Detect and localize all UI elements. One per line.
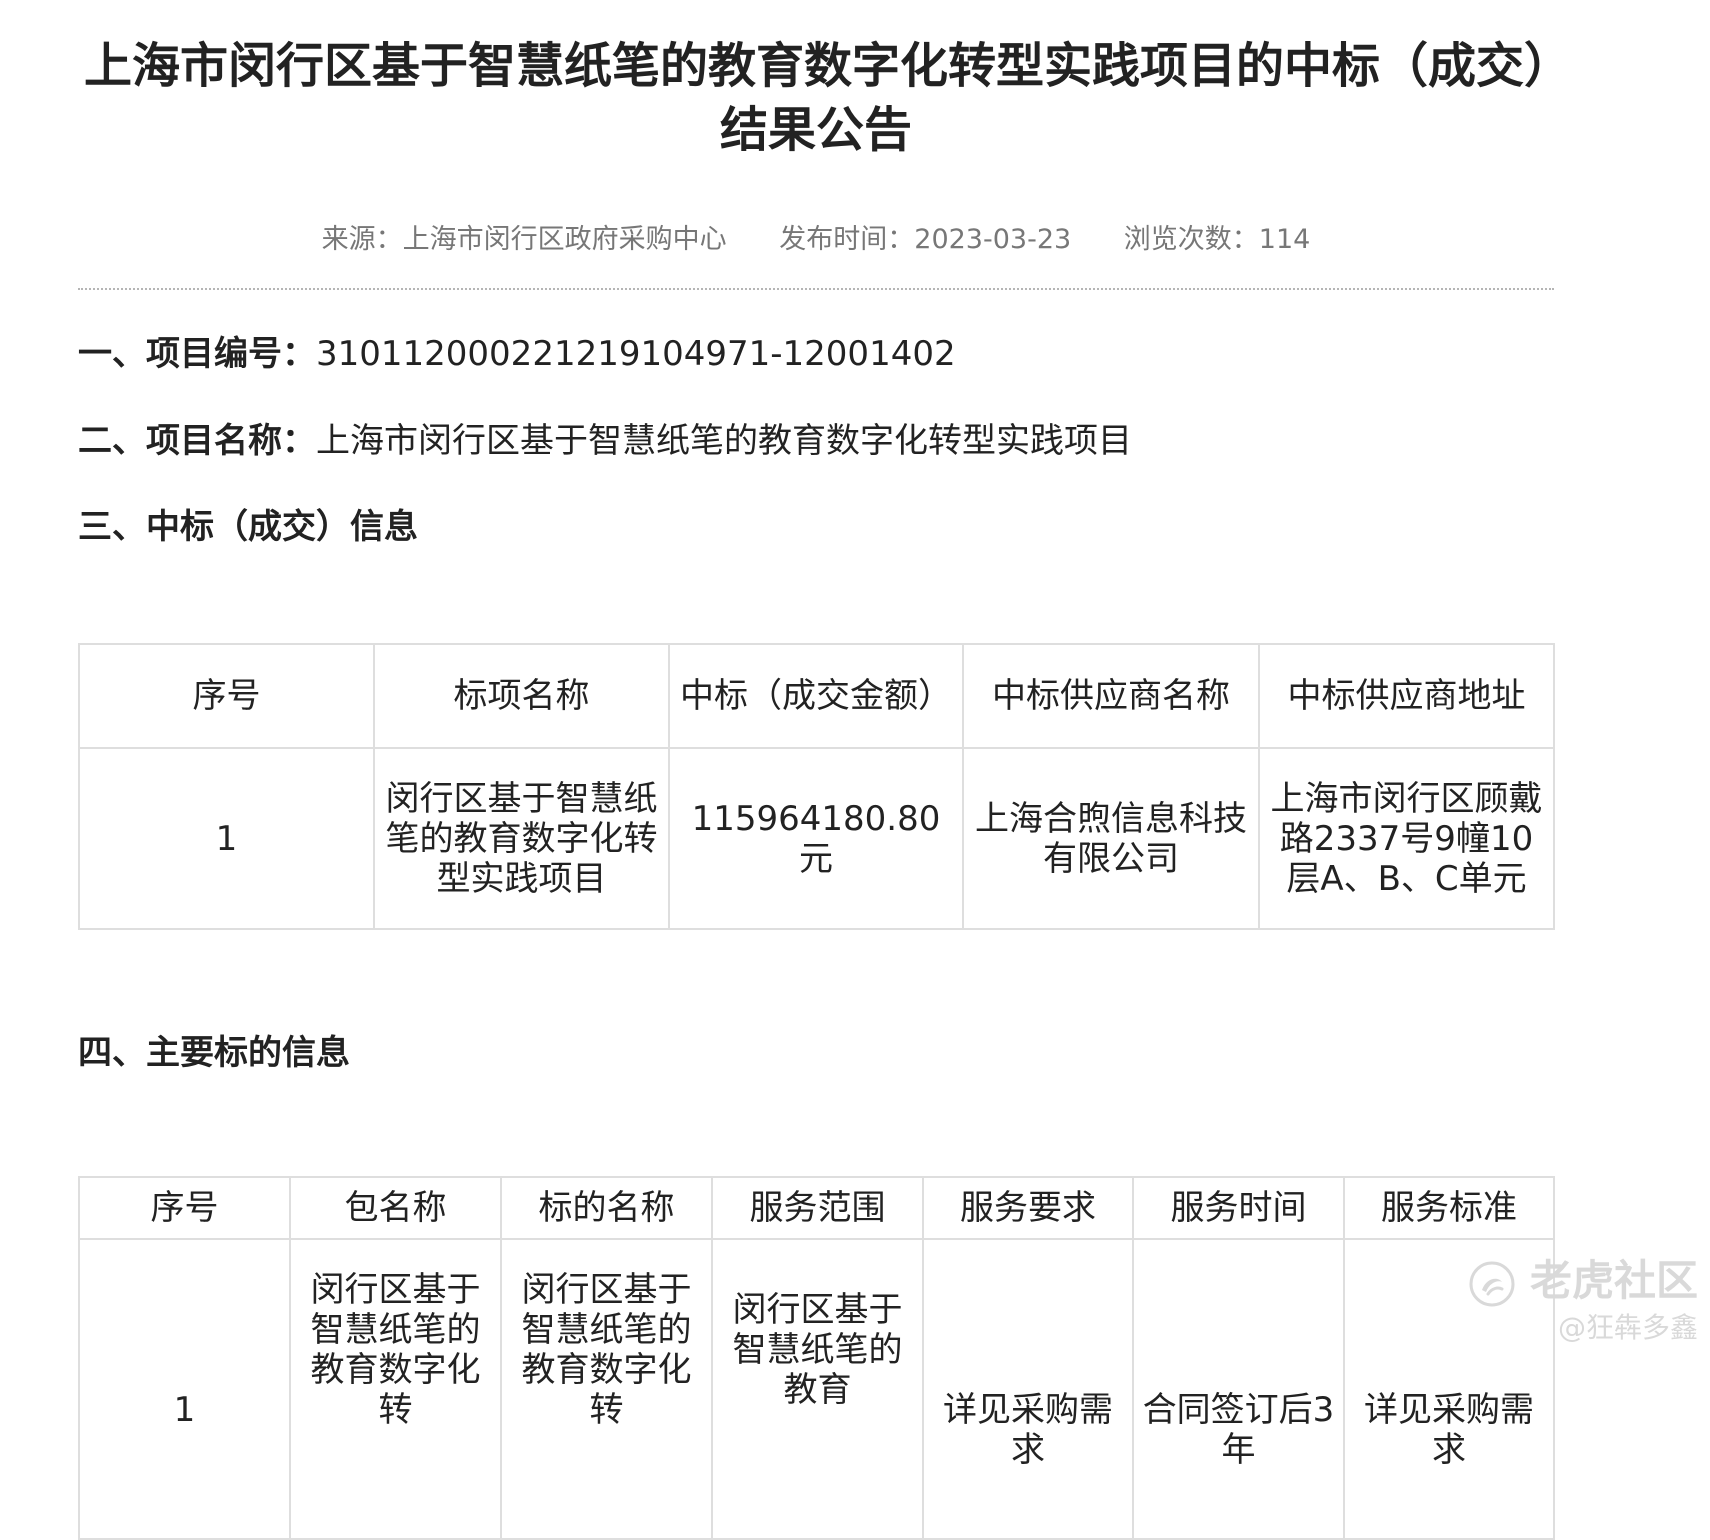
award-header-amount: 中标（成交金额） bbox=[668, 643, 964, 749]
items-cell-service-time: 合同签订后3年 bbox=[1132, 1238, 1345, 1540]
main-items-heading: 四、主要标的信息 bbox=[78, 1029, 350, 1077]
award-cell-lot-name: 闵行区基于智慧纸笔的教育数字化转型实践项目 bbox=[373, 747, 670, 930]
main-items-label: 四、主要标的信息 bbox=[78, 1033, 350, 1073]
items-cell-service-requirement: 详见采购需求 bbox=[922, 1238, 1134, 1540]
meta-views: 浏览次数：114 bbox=[1123, 224, 1311, 255]
meta-source: 来源：上海市闵行区政府采购中心 bbox=[321, 224, 727, 255]
award-cell-amount: 115964180.80元 bbox=[668, 747, 964, 930]
items-header-service-scope: 服务范围 bbox=[711, 1176, 924, 1240]
article-meta: 来源：上海市闵行区政府采购中心 发布时间：2023-03-23 浏览次数：114 bbox=[78, 216, 1554, 264]
items-cell-package-name: 闵行区基于智慧纸笔的教育数字化转 bbox=[289, 1238, 502, 1540]
project-name-label: 二、项目名称： bbox=[78, 421, 316, 461]
award-table-header-row: 序号 标项名称 中标（成交金额） 中标供应商名称 中标供应商地址 bbox=[78, 643, 1555, 749]
award-info-heading: 三、中标（成交）信息 bbox=[78, 503, 418, 551]
table-row: 1 闵行区基于智慧纸笔的教育数字化转 闵行区基于智慧纸笔的教育数字化转 闵行区基… bbox=[78, 1238, 1555, 1540]
award-header-index: 序号 bbox=[78, 643, 375, 749]
items-header-service-requirement: 服务要求 bbox=[922, 1176, 1134, 1240]
items-table: 序号 包名称 标的名称 服务范围 服务要求 服务时间 服务标准 1 闵行区基于智… bbox=[78, 1176, 1555, 1540]
award-cell-index: 1 bbox=[78, 747, 375, 930]
project-number-line: 一、项目编号：310112000221219104971-12001402 bbox=[78, 330, 956, 378]
notice-page: 上海市闵行区基于智慧纸笔的教育数字化转型实践项目的中标（成交）结果公告 来源：上… bbox=[0, 0, 1710, 1540]
watermark-username: @狂犇多鑫 bbox=[1557, 1310, 1698, 1344]
award-cell-supplier-address: 上海市闵行区顾戴路2337号9幢10层A、B、C单元 bbox=[1258, 747, 1555, 930]
project-number-value: 310112000221219104971-12001402 bbox=[316, 334, 956, 374]
award-table: 序号 标项名称 中标（成交金额） 中标供应商名称 中标供应商地址 1 闵行区基于… bbox=[78, 643, 1555, 930]
watermark-brand: 老虎社区 bbox=[1468, 1255, 1698, 1308]
meta-divider bbox=[78, 288, 1554, 290]
project-name-line: 二、项目名称：上海市闵行区基于智慧纸笔的教育数字化转型实践项目 bbox=[78, 417, 1132, 465]
award-info-label: 三、中标（成交）信息 bbox=[78, 507, 418, 547]
items-cell-service-scope: 闵行区基于智慧纸笔的教育 bbox=[711, 1238, 924, 1540]
award-cell-supplier-name: 上海合煦信息科技有限公司 bbox=[962, 747, 1260, 930]
meta-publish-time: 发布时间：2023-03-23 bbox=[779, 224, 1072, 255]
items-header-service-standard: 服务标准 bbox=[1343, 1176, 1555, 1240]
page-title: 上海市闵行区基于智慧纸笔的教育数字化转型实践项目的中标（成交）结果公告 bbox=[83, 38, 1548, 158]
award-header-supplier-address: 中标供应商地址 bbox=[1258, 643, 1555, 749]
items-header-item-name: 标的名称 bbox=[500, 1176, 713, 1240]
items-header-index: 序号 bbox=[78, 1176, 291, 1240]
items-header-service-time: 服务时间 bbox=[1132, 1176, 1345, 1240]
project-number-label: 一、项目编号： bbox=[78, 334, 316, 374]
award-header-supplier-name: 中标供应商名称 bbox=[962, 643, 1260, 749]
items-cell-item-name: 闵行区基于智慧纸笔的教育数字化转 bbox=[500, 1238, 713, 1540]
project-name-value: 上海市闵行区基于智慧纸笔的教育数字化转型实践项目 bbox=[316, 421, 1132, 461]
community-watermark: 老虎社区 @狂犇多鑫 bbox=[1468, 1255, 1698, 1348]
watermark-brand-text: 老虎社区 bbox=[1529, 1256, 1698, 1305]
items-cell-index: 1 bbox=[78, 1238, 291, 1540]
table-row: 1 闵行区基于智慧纸笔的教育数字化转型实践项目 115964180.80元 上海… bbox=[78, 747, 1555, 930]
items-header-package-name: 包名称 bbox=[289, 1176, 502, 1240]
award-header-lot-name: 标项名称 bbox=[373, 643, 670, 749]
items-table-header-row: 序号 包名称 标的名称 服务范围 服务要求 服务时间 服务标准 bbox=[78, 1176, 1555, 1240]
tiger-community-logo-icon bbox=[1469, 1261, 1515, 1306]
